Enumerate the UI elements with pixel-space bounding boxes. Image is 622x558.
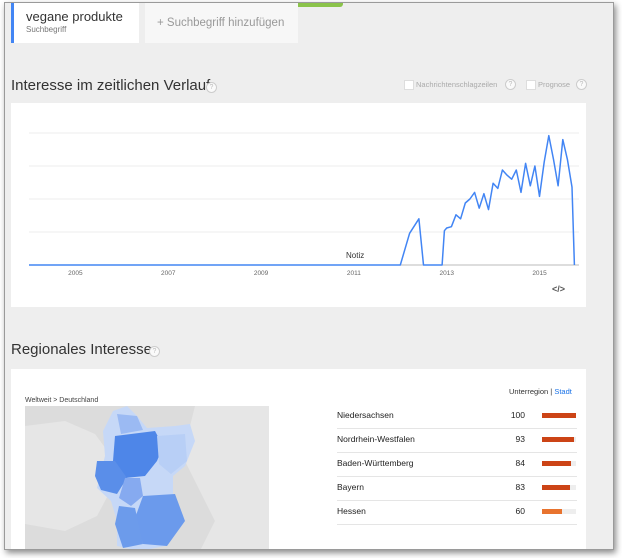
region-section-title: Regionales Interesse bbox=[11, 341, 152, 358]
region-bar bbox=[542, 485, 571, 490]
embed-code-icon[interactable]: </> bbox=[552, 284, 565, 294]
chart-x-tick-label: 2005 bbox=[68, 270, 83, 277]
region-row[interactable]: Niedersachsen 100 bbox=[337, 405, 577, 429]
add-search-term-button[interactable]: + Suchbegriff hinzufügen bbox=[145, 3, 298, 43]
chart-series-line bbox=[29, 134, 576, 266]
time-help-icon[interactable]: ? bbox=[206, 82, 217, 93]
region-card: Weltweit > Deutschland Unterregion | Sta… bbox=[11, 369, 586, 550]
region-bar bbox=[542, 437, 574, 442]
region-value: 60 bbox=[515, 506, 525, 516]
time-chart-card: 2005 2007 2009 2011 2013 2015 Notiz </> bbox=[11, 103, 586, 307]
region-breadcrumb[interactable]: Weltweit > Deutschland bbox=[25, 397, 98, 404]
chart-x-tick-label: 2015 bbox=[532, 270, 547, 277]
news-headlines-label: Nachrichtenschlagzeilen bbox=[416, 80, 498, 89]
news-help-icon[interactable]: ? bbox=[505, 79, 516, 90]
region-bar-track bbox=[542, 413, 576, 418]
region-row[interactable]: Baden-Württemberg 84 bbox=[337, 453, 577, 477]
forecast-help-icon[interactable]: ? bbox=[576, 79, 587, 90]
region-bar-track bbox=[542, 509, 576, 514]
search-term-type: Suchbegriff bbox=[26, 25, 67, 34]
region-value: 93 bbox=[515, 434, 525, 444]
chart-x-tick-label: 2011 bbox=[347, 270, 361, 277]
forecast-checkbox[interactable] bbox=[526, 80, 536, 90]
trends-window: vegane produkte Suchbegriff + Suchbegrif… bbox=[4, 2, 614, 550]
chart-note-label[interactable]: Notiz bbox=[346, 251, 364, 260]
region-bar bbox=[542, 509, 563, 514]
region-name: Bayern bbox=[337, 482, 364, 492]
region-name: Niedersachsen bbox=[337, 410, 394, 420]
search-term-card[interactable]: vegane produkte Suchbegriff bbox=[11, 3, 139, 43]
forecast-label: Prognose bbox=[538, 80, 571, 89]
region-row[interactable]: Bayern 83 bbox=[337, 477, 577, 501]
germany-map[interactable] bbox=[25, 406, 269, 550]
region-value: 84 bbox=[515, 458, 525, 468]
region-row[interactable]: Nordrhein-Westfalen 93 bbox=[337, 429, 577, 453]
region-name: Nordrhein-Westfalen bbox=[337, 434, 415, 444]
subregion-toggle[interactable]: Unterregion bbox=[509, 387, 548, 396]
region-value: 83 bbox=[515, 482, 525, 492]
interest-over-time-chart: 2005 2007 2009 2011 2013 2015 bbox=[29, 132, 579, 277]
chart-x-tick-label: 2007 bbox=[161, 270, 176, 277]
region-bar-track bbox=[542, 485, 576, 490]
time-section-title: Interesse im zeitlichen Verlauf bbox=[11, 77, 211, 94]
region-value: 100 bbox=[510, 410, 525, 420]
region-bar-track bbox=[542, 437, 576, 442]
add-search-term-label: + Suchbegriff hinzufügen bbox=[157, 17, 285, 29]
search-term-label: vegane produkte bbox=[26, 9, 123, 24]
region-bar bbox=[542, 413, 576, 418]
region-name: Hessen bbox=[337, 506, 366, 516]
region-name: Baden-Württemberg bbox=[337, 458, 414, 468]
region-help-icon[interactable]: ? bbox=[149, 346, 160, 357]
region-resolution-toggle: Unterregion | Stadt bbox=[509, 387, 572, 396]
chart-x-tick-label: 2009 bbox=[254, 270, 269, 277]
region-bar-track bbox=[542, 461, 576, 466]
city-toggle[interactable]: Stadt bbox=[554, 387, 572, 396]
news-headlines-checkbox[interactable] bbox=[404, 80, 414, 90]
region-row[interactable]: Hessen 60 bbox=[337, 501, 577, 525]
region-bar bbox=[542, 461, 571, 466]
chart-x-tick-label: 2013 bbox=[439, 270, 454, 277]
